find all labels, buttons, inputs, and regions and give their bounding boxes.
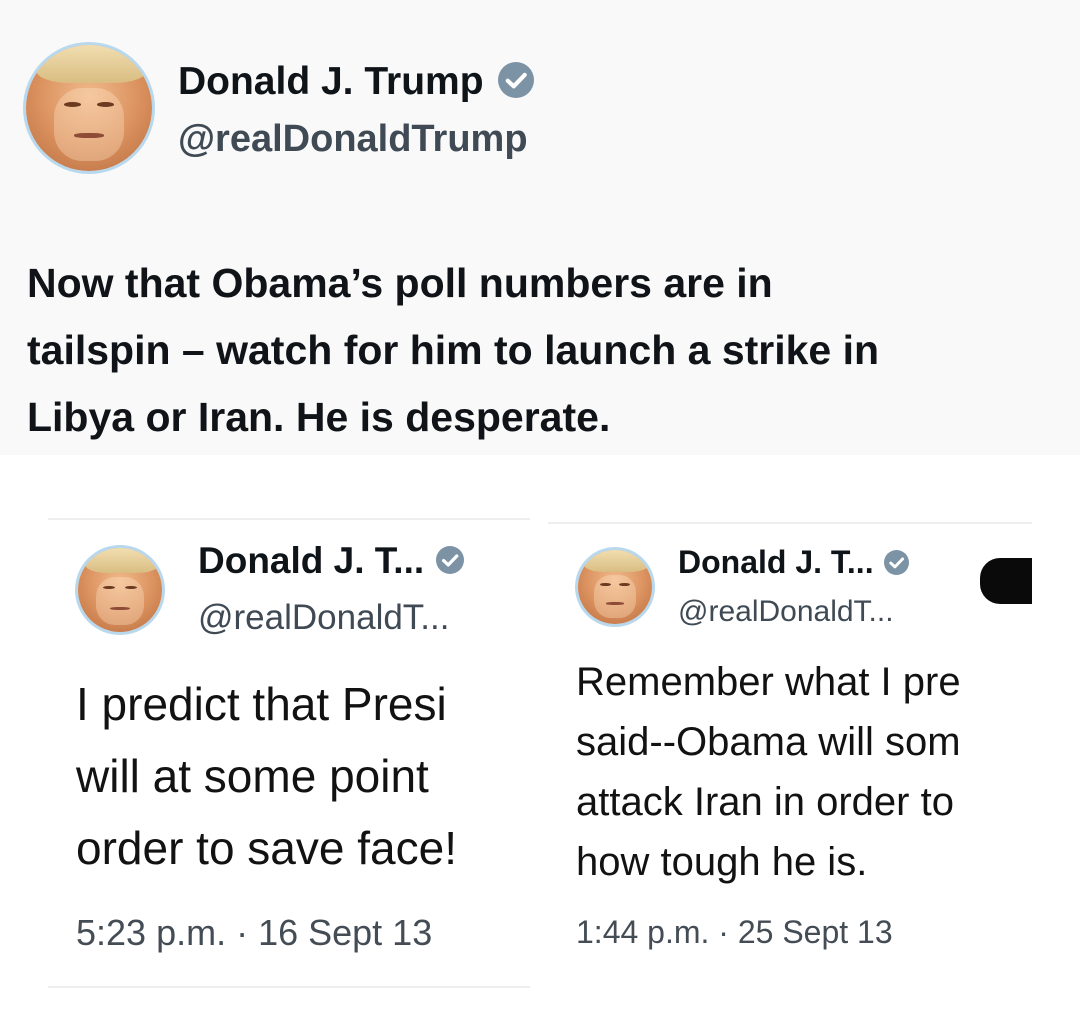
divider (48, 986, 530, 988)
tweet-text: I predict that Presi will at some point … (76, 678, 457, 874)
user-handle[interactable]: @realDonaldTrump (178, 118, 528, 161)
timestamp[interactable]: 1:44 p.m. · 25 Sept 13 (576, 914, 893, 951)
verified-badge-icon (436, 546, 465, 575)
tweet-text: Now that Obama’s poll numbers are in tai… (27, 260, 880, 440)
divider (48, 518, 530, 520)
avatar[interactable] (26, 45, 152, 171)
timestamp[interactable]: 5:23 p.m. · 16 Sept 13 (76, 912, 432, 954)
display-name[interactable]: Donald J. Trump (178, 60, 535, 104)
avatar[interactable] (578, 550, 652, 624)
user-handle[interactable]: @realDonaldT... (678, 595, 894, 629)
avatar[interactable] (78, 548, 162, 632)
right-tweet-card: Donald J. T... @realDonaldT... Remember … (548, 522, 1032, 982)
tweet-text: Remember what I pre said--Obama will som… (576, 660, 961, 884)
display-name-text: Donald J. T... (678, 544, 874, 580)
display-name[interactable]: Donald J. T... (198, 540, 465, 582)
user-handle[interactable]: @realDonaldT... (198, 598, 449, 638)
main-tweet: Donald J. Trump @realDonaldTrump Now tha… (0, 0, 1080, 455)
divider (548, 522, 1032, 524)
left-tweet-card: Donald J. T... @realDonaldT... I predict… (48, 518, 530, 988)
verified-badge-icon (498, 61, 535, 98)
verified-badge-icon (884, 549, 910, 575)
display-name-text: Donald J. T... (198, 540, 425, 581)
display-name-text: Donald J. Trump (178, 60, 484, 103)
display-name[interactable]: Donald J. T... (678, 544, 910, 581)
follow-button[interactable] (980, 558, 1032, 604)
